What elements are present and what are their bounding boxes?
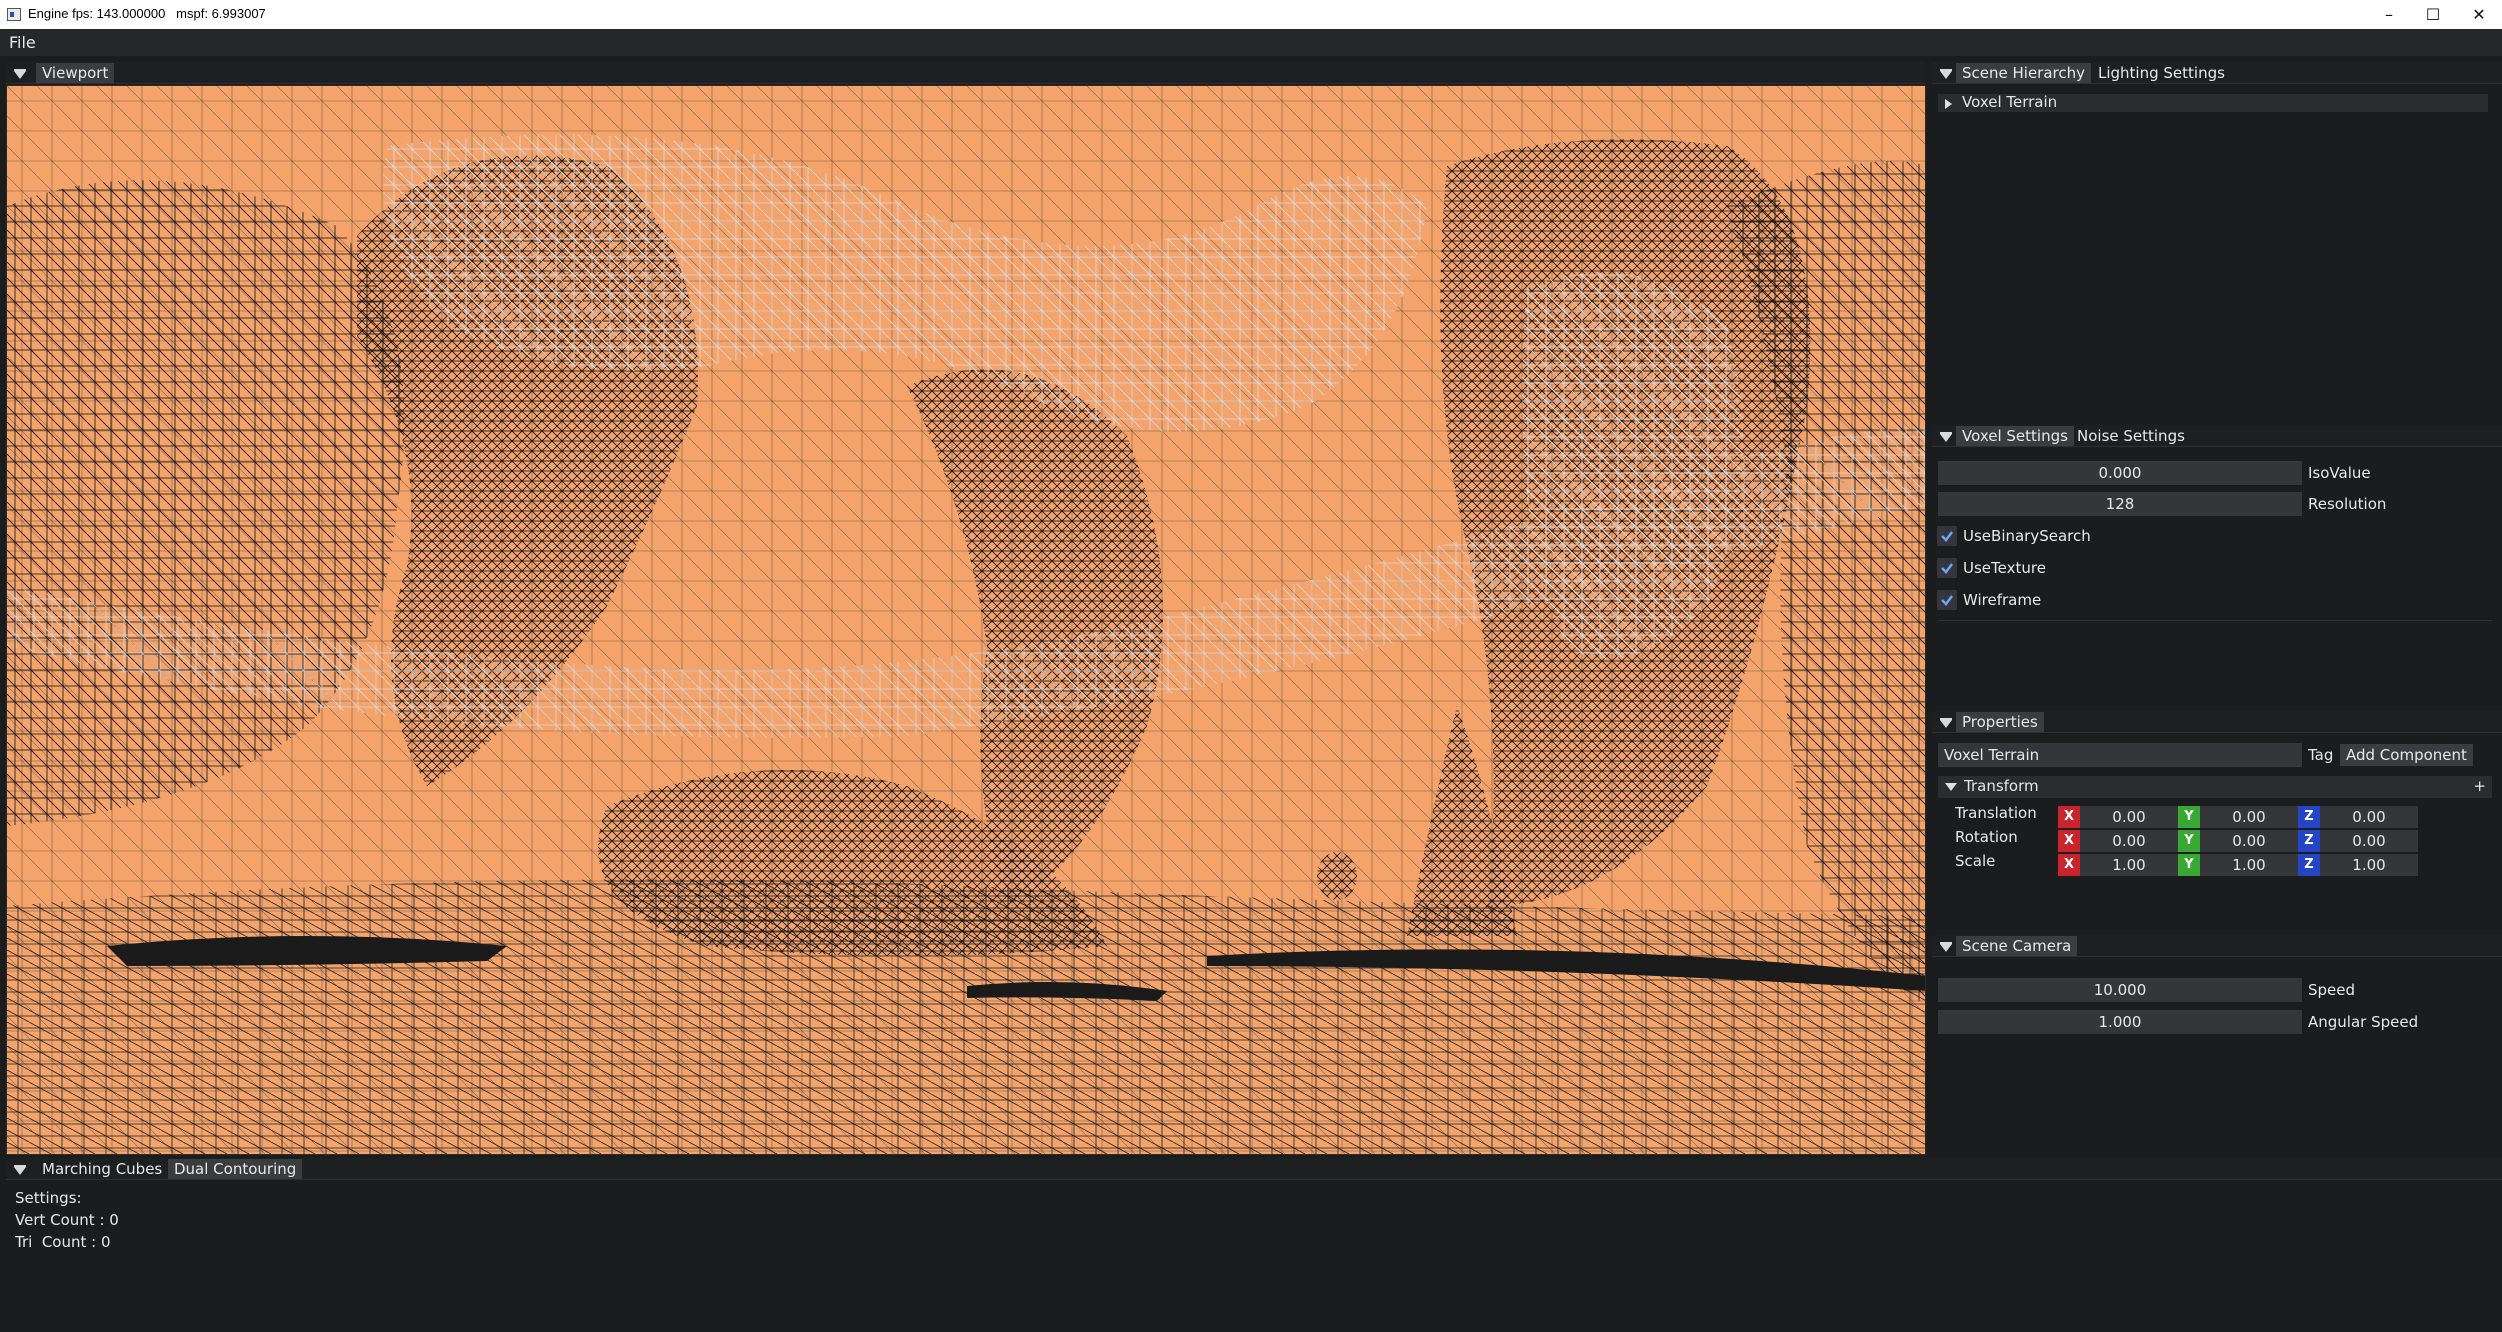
properties-header: Properties <box>1932 711 2502 733</box>
collapse-arrow-icon[interactable] <box>1940 432 1952 442</box>
tab-noise-settings[interactable]: Noise Settings <box>2071 426 2191 446</box>
scale-z-chip: Z <box>2298 854 2320 876</box>
angular-speed-input[interactable]: 1.000 <box>1938 1010 2302 1034</box>
translation-label: Translation <box>1955 804 2037 822</box>
tab-viewport[interactable]: Viewport <box>36 63 115 83</box>
scale-x-chip: X <box>2058 854 2080 876</box>
translation-z-chip: Z <box>2298 806 2320 828</box>
rotation-z-input[interactable]: 0.00 <box>2320 830 2418 852</box>
tab-dual-contouring[interactable]: Dual Contouring <box>168 1159 303 1179</box>
angular-speed-label: Angular Speed <box>2308 1013 2419 1031</box>
expand-arrow-icon[interactable] <box>1945 99 1952 109</box>
collapse-arrow-icon[interactable] <box>1940 718 1952 728</box>
tab-scene-camera[interactable]: Scene Camera <box>1956 936 2078 956</box>
isovalue-input[interactable]: 0.000 <box>1938 461 2302 485</box>
tree-item-label: Voxel Terrain <box>1962 93 2058 111</box>
settings-line: Settings: <box>15 1189 82 1207</box>
camera-speed-input[interactable]: 10.000 <box>1938 978 2302 1002</box>
scale-label: Scale <box>1955 852 1996 870</box>
bottom-panel-header: Marching Cubes Dual Contouring <box>6 1158 2502 1180</box>
viewport-canvas[interactable] <box>6 85 1926 1155</box>
resolution-label: Resolution <box>2308 495 2387 513</box>
collapse-arrow-icon[interactable] <box>1940 69 1952 79</box>
rotation-y-input[interactable]: 0.00 <box>2200 830 2298 852</box>
isovalue-label: IsoValue <box>2308 464 2371 482</box>
tab-voxel-settings[interactable]: Voxel Settings <box>1956 426 2074 446</box>
menu-file[interactable]: File <box>9 33 36 52</box>
collapse-arrow-icon[interactable] <box>14 69 26 79</box>
minimize-button[interactable]: – <box>2366 0 2412 29</box>
tab-lighting-settings[interactable]: Lighting Settings <box>2092 63 2231 83</box>
tree-item-voxel-terrain[interactable]: Voxel Terrain <box>1938 93 2488 112</box>
wireframe-label: Wireframe <box>1963 591 2042 609</box>
checkmark-icon <box>1941 563 1953 574</box>
tab-properties[interactable]: Properties <box>1956 712 2044 732</box>
close-button[interactable]: ✕ <box>2456 0 2502 29</box>
menu-bar: File <box>0 29 2502 56</box>
entity-name-input[interactable]: Voxel Terrain <box>1938 743 2302 767</box>
hierarchy-header: Scene Hierarchy Lighting Settings <box>1932 62 2502 84</box>
translation-x-chip: X <box>2058 806 2080 828</box>
window-title: Engine fps: 143.000000 mspf: 6.993007 <box>28 6 266 21</box>
tag-label: Tag <box>2308 746 2334 764</box>
voxel-header: Voxel Settings Noise Settings <box>1932 425 2502 447</box>
tab-marching-cubes[interactable]: Marching Cubes <box>36 1159 168 1179</box>
resolution-input[interactable]: 128 <box>1938 492 2302 516</box>
add-component-button[interactable]: Add Component <box>2340 744 2473 766</box>
use-binary-search-checkbox[interactable] <box>1937 526 1957 546</box>
translation-y-chip: Y <box>2178 806 2200 828</box>
use-texture-label: UseTexture <box>1963 559 2046 577</box>
checkmark-icon <box>1941 531 1953 542</box>
app-icon <box>7 8 21 21</box>
separator <box>1938 620 2492 621</box>
rotation-x-chip: X <box>2058 830 2080 852</box>
scale-y-input[interactable]: 1.00 <box>2200 854 2298 876</box>
rotation-x-input[interactable]: 0.00 <box>2080 830 2178 852</box>
maximize-button[interactable]: ☐ <box>2410 0 2456 29</box>
use-binary-search-label: UseBinarySearch <box>1963 527 2091 545</box>
add-icon[interactable]: + <box>2473 777 2486 795</box>
camera-speed-label: Speed <box>2308 981 2356 999</box>
transform-label: Transform <box>1964 777 2039 795</box>
tab-scene-hierarchy[interactable]: Scene Hierarchy <box>1956 63 2092 83</box>
scale-z-input[interactable]: 1.00 <box>2320 854 2418 876</box>
wireframe-terrain <box>7 86 1925 1154</box>
splitter-vertical[interactable] <box>1926 56 1932 1156</box>
tri-count-line: Tri Count : 0 <box>15 1233 111 1251</box>
vert-count-line: Vert Count : 0 <box>15 1211 119 1229</box>
camera-header: Scene Camera <box>1932 935 2502 957</box>
scale-x-input[interactable]: 1.00 <box>2080 854 2178 876</box>
window-titlebar: Engine fps: 143.000000 mspf: 6.993007 – … <box>0 0 2502 29</box>
collapse-arrow-icon[interactable] <box>1940 942 1952 952</box>
scale-y-chip: Y <box>2178 854 2200 876</box>
rotation-label: Rotation <box>1955 828 2018 846</box>
viewport-header: Viewport <box>6 62 1926 84</box>
checkmark-icon <box>1941 595 1953 606</box>
transform-header[interactable]: Transform + <box>1938 776 2492 798</box>
rotation-y-chip: Y <box>2178 830 2200 852</box>
rotation-z-chip: Z <box>2298 830 2320 852</box>
translation-z-input[interactable]: 0.00 <box>2320 806 2418 828</box>
translation-x-input[interactable]: 0.00 <box>2080 806 2178 828</box>
wireframe-checkbox[interactable] <box>1937 590 1957 610</box>
collapse-arrow-icon[interactable] <box>14 1165 26 1175</box>
use-texture-checkbox[interactable] <box>1937 558 1957 578</box>
collapse-arrow-icon[interactable] <box>1945 783 1957 791</box>
translation-y-input[interactable]: 0.00 <box>2200 806 2298 828</box>
